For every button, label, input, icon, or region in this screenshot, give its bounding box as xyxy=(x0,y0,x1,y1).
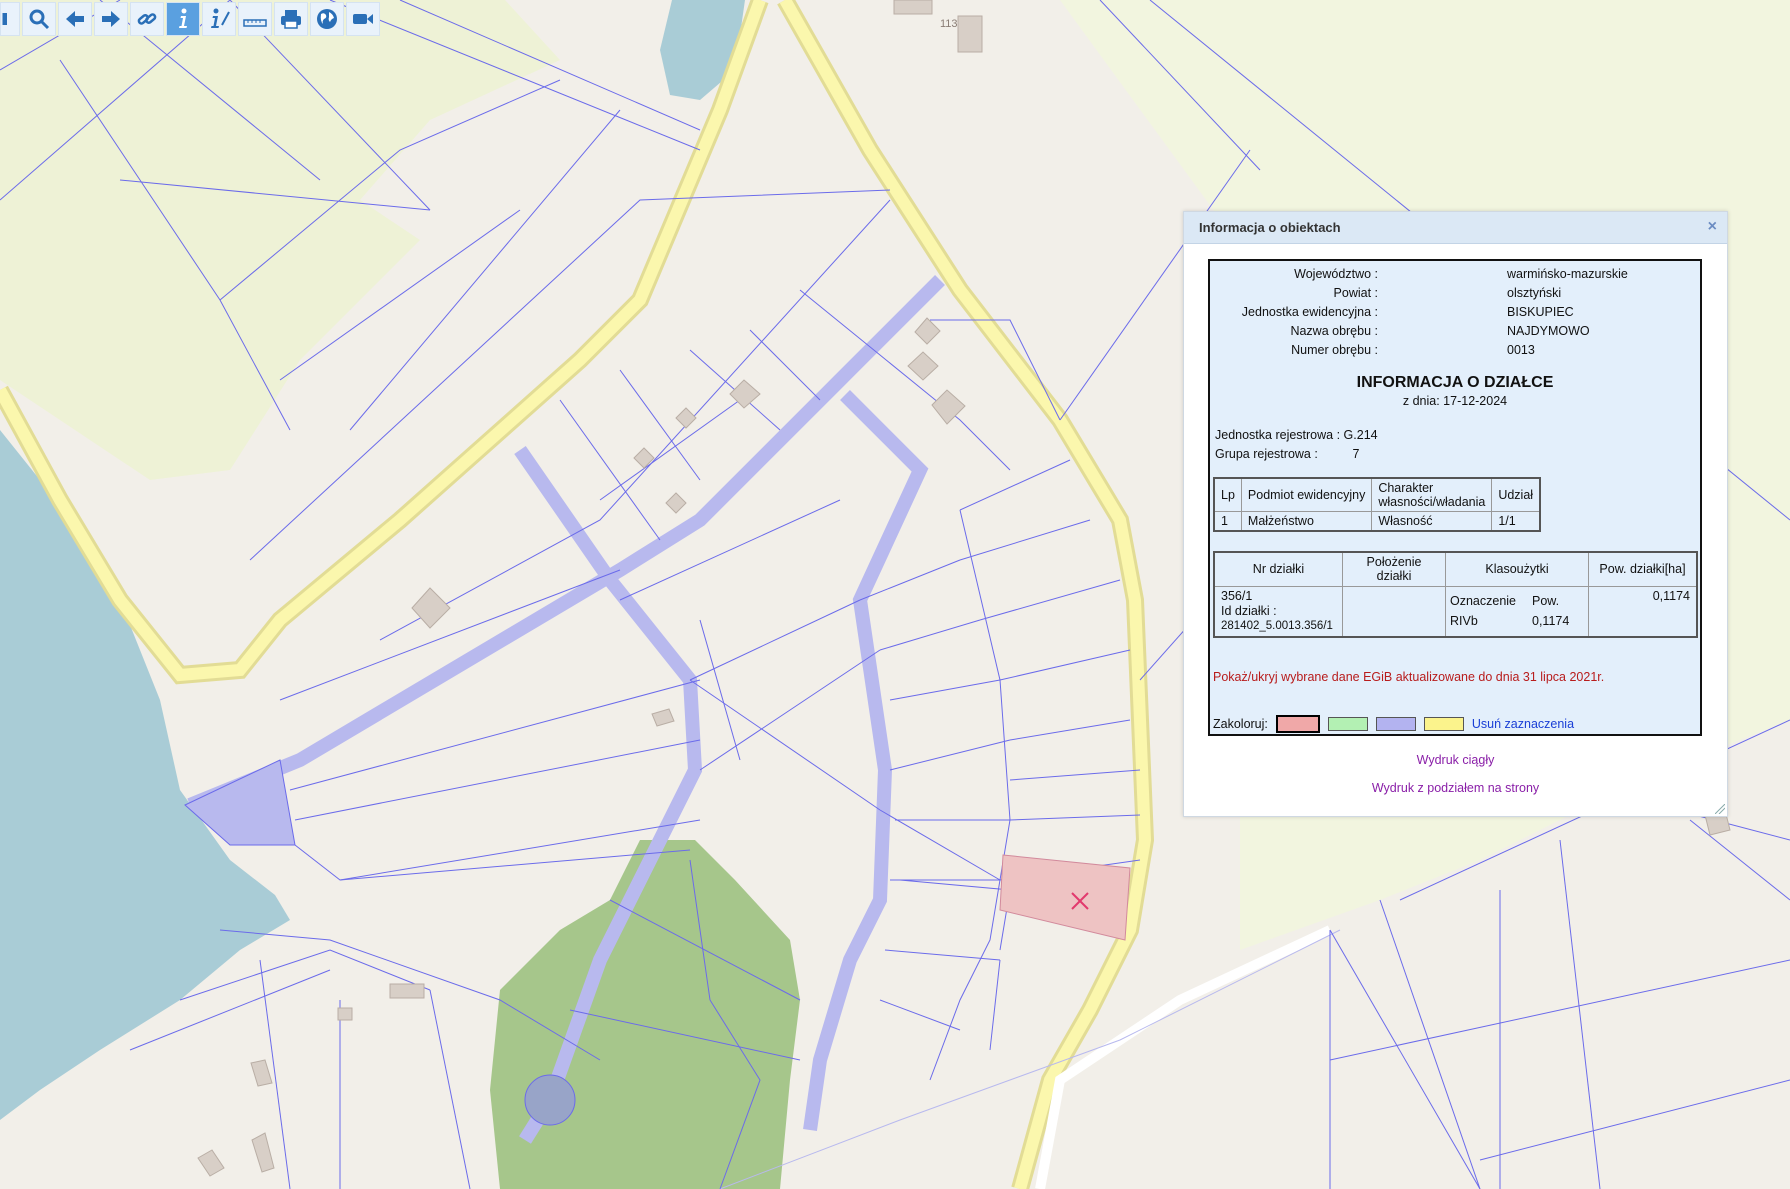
map-toolbar xyxy=(0,2,380,38)
ruler-icon xyxy=(243,19,267,27)
forward-button[interactable] xyxy=(94,2,128,36)
parcel-info-heading: INFORMACJA O DZIAŁCE xyxy=(1356,374,1554,391)
colorize-label: Zakoloruj: xyxy=(1213,717,1268,731)
table-header-cell: Nr działki xyxy=(1213,551,1343,587)
address-label: Województwo : xyxy=(1294,267,1378,281)
color-swatch-green[interactable] xyxy=(1327,717,1368,731)
table-header-row: Lp Podmiot ewidencyjny Charakter własnoś… xyxy=(1213,477,1541,512)
color-swatch-pink[interactable] xyxy=(1275,715,1320,733)
pan-icon xyxy=(2,13,7,25)
registration-unit-value: G.214 xyxy=(1343,428,1378,442)
parcel-info-box: Województwo : warmińsko-mazurskie Powiat… xyxy=(1208,259,1702,736)
land-class-header-cell: Pow. xyxy=(1532,594,1560,608)
back-arrow-icon xyxy=(66,11,84,27)
print-icon xyxy=(281,10,301,29)
table-cell: Oznaczenie Pow. RIVb 0,1174 xyxy=(1445,585,1589,637)
globe-icon xyxy=(317,9,337,29)
address-label: Powiat : xyxy=(1333,286,1378,300)
zoom-icon xyxy=(29,9,50,30)
table-cell xyxy=(1342,585,1446,637)
table-header-cell: Klasoużytki xyxy=(1445,551,1589,587)
address-row-county: Powiat : olsztyński xyxy=(1210,286,1700,305)
table-header-cell: Charakter własności/władania xyxy=(1371,477,1493,512)
address-value: 0013 xyxy=(1507,343,1535,357)
table-header-row: Nr działki Położenie działki Klasoużytki… xyxy=(1213,551,1698,587)
table-header-cell: Pow. działki[ha] xyxy=(1588,551,1698,587)
address-label: Jednostka ewidencyjna : xyxy=(1241,305,1378,319)
resize-handle-icon[interactable] xyxy=(1715,804,1725,814)
forward-arrow-icon xyxy=(102,11,120,27)
registration-unit-row: Jednostka rejestrowa : G.214 xyxy=(1215,428,1378,442)
table-cell: Małżeństwo xyxy=(1240,511,1373,532)
info-icon xyxy=(179,8,187,28)
table-cell: Własność xyxy=(1371,511,1493,532)
measure-button[interactable] xyxy=(238,2,272,36)
back-button[interactable] xyxy=(58,2,92,36)
address-value: warmińsko-mazurskie xyxy=(1507,267,1628,281)
table-header-cell: Udział xyxy=(1491,477,1541,512)
pan-button[interactable] xyxy=(0,2,20,36)
zoom-button[interactable] xyxy=(22,2,56,36)
land-class-row: RIVb 0,1174 xyxy=(1450,611,1584,631)
print-button[interactable] xyxy=(274,2,308,36)
info-edit-button[interactable] xyxy=(202,2,236,36)
address-row-voivodeship: Województwo : warmińsko-mazurskie xyxy=(1210,267,1700,286)
registration-unit-label: Jednostka rejestrowa : xyxy=(1215,428,1341,442)
registration-group-row: Grupa rejestrowa : 7 xyxy=(1215,447,1359,461)
globe-button[interactable] xyxy=(310,2,344,36)
path-area xyxy=(524,1074,576,1126)
table-row: 356/1 Id działki : 281402_5.0013.356/1 O… xyxy=(1213,585,1698,637)
table-cell: 1 xyxy=(1213,511,1242,532)
owner-table: Lp Podmiot ewidencyjny Charakter własnoś… xyxy=(1213,477,1542,532)
window-header[interactable]: Informacja o obiektach × xyxy=(1184,212,1727,244)
table-header-cell: Położenie działki xyxy=(1342,551,1446,587)
address-row-precinct-name: Nazwa obrębu : NAJDYMOWO xyxy=(1210,324,1700,343)
address-value: olsztyński xyxy=(1507,286,1562,300)
land-class-cell: 0,1174 xyxy=(1532,614,1570,628)
table-cell: 1/1 xyxy=(1491,511,1541,532)
parcel-number: 356/1 xyxy=(1221,588,1253,603)
print-continuous-link[interactable]: Wydruk ciągły xyxy=(1184,753,1727,767)
link-icon xyxy=(137,13,157,25)
table-cell: 356/1 Id działki : 281402_5.0013.356/1 xyxy=(1213,585,1343,637)
building-number: 113 xyxy=(940,18,958,30)
camera-icon xyxy=(353,14,373,24)
parcel-table: Nr działki Położenie działki Klasoużytki… xyxy=(1213,551,1698,638)
address-row-precinct-number: Numer obrębu : 0013 xyxy=(1210,343,1700,362)
table-cell: 0,1174 xyxy=(1588,585,1698,637)
color-swatch-blue[interactable] xyxy=(1375,717,1416,731)
color-swatch-yellow[interactable] xyxy=(1423,717,1464,731)
registration-group-value: 7 xyxy=(1352,447,1360,461)
address-value: NAJDYMOWO xyxy=(1507,324,1590,338)
info-button[interactable] xyxy=(166,2,200,36)
window-title: Informacja o obiektach xyxy=(1199,220,1341,235)
address-row-unit: Jednostka ewidencyjna : BISKUPIEC xyxy=(1210,305,1700,324)
address-label: Numer obrębu : xyxy=(1291,343,1378,357)
parcel-id-label: Id działki : xyxy=(1221,603,1277,618)
table-header-cell: Podmiot ewidencyjny xyxy=(1240,477,1373,512)
parcel-id-value: 281402_5.0013.356/1 xyxy=(1221,619,1333,632)
info-edit-icon xyxy=(211,8,230,28)
address-value: BISKUPIEC xyxy=(1507,305,1574,319)
table-header-cell: Lp xyxy=(1213,477,1242,512)
camera-button[interactable] xyxy=(346,2,380,36)
address-label: Nazwa obrębu : xyxy=(1290,324,1378,338)
land-class-cell: RIVb xyxy=(1450,614,1478,628)
table-row: 1 Małżeństwo Własność 1/1 xyxy=(1213,511,1541,532)
object-info-window: Informacja o obiektach × Województwo : w… xyxy=(1183,211,1728,817)
colorize-row: Zakoloruj: Usuń zaznaczenia xyxy=(1213,715,1574,733)
info-date: z dnia: 17-12-2024 xyxy=(1402,394,1508,408)
close-icon[interactable]: × xyxy=(1708,218,1717,236)
clear-selection-link[interactable]: Usuń zaznaczenia xyxy=(1472,717,1574,731)
print-paged-link[interactable]: Wydruk z podziałem na strony xyxy=(1184,781,1727,795)
egib-toggle-link[interactable]: Pokaż/ukryj wybrane dane EGiB aktualizow… xyxy=(1213,670,1604,684)
land-class-header: Oznaczenie Pow. xyxy=(1450,591,1584,611)
land-class-header-cell: Oznaczenie xyxy=(1450,594,1517,608)
registration-group-label: Grupa rejestrowa : xyxy=(1215,447,1318,461)
link-button[interactable] xyxy=(130,2,164,36)
